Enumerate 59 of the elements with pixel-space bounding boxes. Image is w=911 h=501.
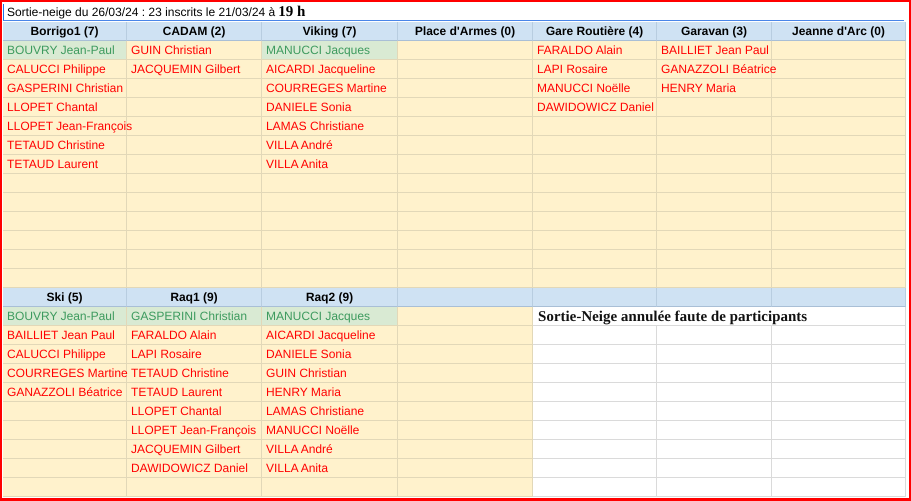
participant-name: DAWIDOWICZ Daniel xyxy=(131,461,248,475)
participant-name: DANIELE Sonia xyxy=(266,347,352,361)
participant-name: TETAUD Christine xyxy=(131,366,229,380)
participant-name: GANAZZOLI Béatrice xyxy=(661,62,776,76)
participant-name: GUIN Christian xyxy=(266,366,347,380)
participant-name: LAMAS Christiane xyxy=(266,119,364,133)
participant-name: COURREGES Martine xyxy=(7,366,128,380)
column-header: CADAM (2) xyxy=(127,22,262,41)
participant-name: TETAUD Christine xyxy=(7,138,105,152)
participant-name: JACQUEMIN Gilbert xyxy=(131,442,240,456)
participant-name: GUIN Christian xyxy=(131,43,212,57)
participant-name: GANAZZOLI Béatrice xyxy=(7,385,122,399)
participant-name: BOUVRY Jean-Paul xyxy=(7,43,115,57)
column-header: Place d'Armes (0) xyxy=(398,22,533,41)
cancellation-notice: Sortie-Neige annulée faute de participants xyxy=(537,309,808,325)
participant-name: LLOPET Jean-François xyxy=(131,423,256,437)
participant-name: LLOPET Chantal xyxy=(7,100,98,114)
column-header: Gare Routière (4) xyxy=(533,22,657,41)
participant-name: VILLA Anita xyxy=(266,461,328,475)
participant-name: HENRY Maria xyxy=(266,385,341,399)
column-header: Borrigo1 (7) xyxy=(3,22,127,41)
participant-name: MANUCCI Jacques xyxy=(266,309,370,323)
column-header: Raq2 (9) xyxy=(262,288,398,307)
participant-name: JACQUEMIN Gilbert xyxy=(131,62,240,76)
column-header: Raq1 (9) xyxy=(127,288,262,307)
participant-name: AICARDI Jacqueline xyxy=(266,62,376,76)
participant-name: MANUCCI Noëlle xyxy=(537,81,630,95)
participant-name: DAWIDOWICZ Daniel xyxy=(537,100,654,114)
participant-name: BAILLIET Jean Paul xyxy=(661,43,769,57)
participant-name: VILLA André xyxy=(266,442,333,456)
participant-name: CALUCCI Philippe xyxy=(7,62,106,76)
participant-name: LAPI Rosaire xyxy=(131,347,202,361)
sheet-title: Sortie-neige du 26/03/24 : 23 inscrits le 21/03/24 à xyxy=(7,5,276,19)
participant-name: VILLA André xyxy=(266,138,333,152)
participant-name: TETAUD Laurent xyxy=(131,385,222,399)
participant-name: LLOPET Chantal xyxy=(131,404,222,418)
participant-name: LLOPET Jean-François xyxy=(7,119,132,133)
participant-name: GASPERINI Christian xyxy=(7,81,124,95)
column-header: Ski (5) xyxy=(3,288,127,307)
participant-name: FARALDO Alain xyxy=(537,43,622,57)
participant-name: DANIELE Sonia xyxy=(266,100,352,114)
participant-name: VILLA Anita xyxy=(266,157,328,171)
title-time: 19 h xyxy=(278,4,306,20)
participant-name: LAMAS Christiane xyxy=(266,404,364,418)
participant-name: MANUCCI Jacques xyxy=(266,43,370,57)
participant-name: HENRY Maria xyxy=(661,81,736,95)
participant-name: AICARDI Jacqueline xyxy=(266,328,376,342)
participant-name: LAPI Rosaire xyxy=(537,62,608,76)
column-header: Viking (7) xyxy=(262,22,398,41)
participant-name: COURREGES Martine xyxy=(266,81,387,95)
participant-name: TETAUD Laurent xyxy=(7,157,98,171)
participant-name: FARALDO Alain xyxy=(131,328,216,342)
column-header: Garavan (3) xyxy=(657,22,772,41)
participant-name: BOUVRY Jean-Paul xyxy=(7,309,115,323)
participant-name: GASPERINI Christian xyxy=(131,309,248,323)
column-header: Jeanne d'Arc (0) xyxy=(772,22,906,41)
participant-name: CALUCCI Philippe xyxy=(7,347,106,361)
participant-name: MANUCCI Noëlle xyxy=(266,423,360,437)
participant-name: BAILLIET Jean Paul xyxy=(7,328,115,342)
